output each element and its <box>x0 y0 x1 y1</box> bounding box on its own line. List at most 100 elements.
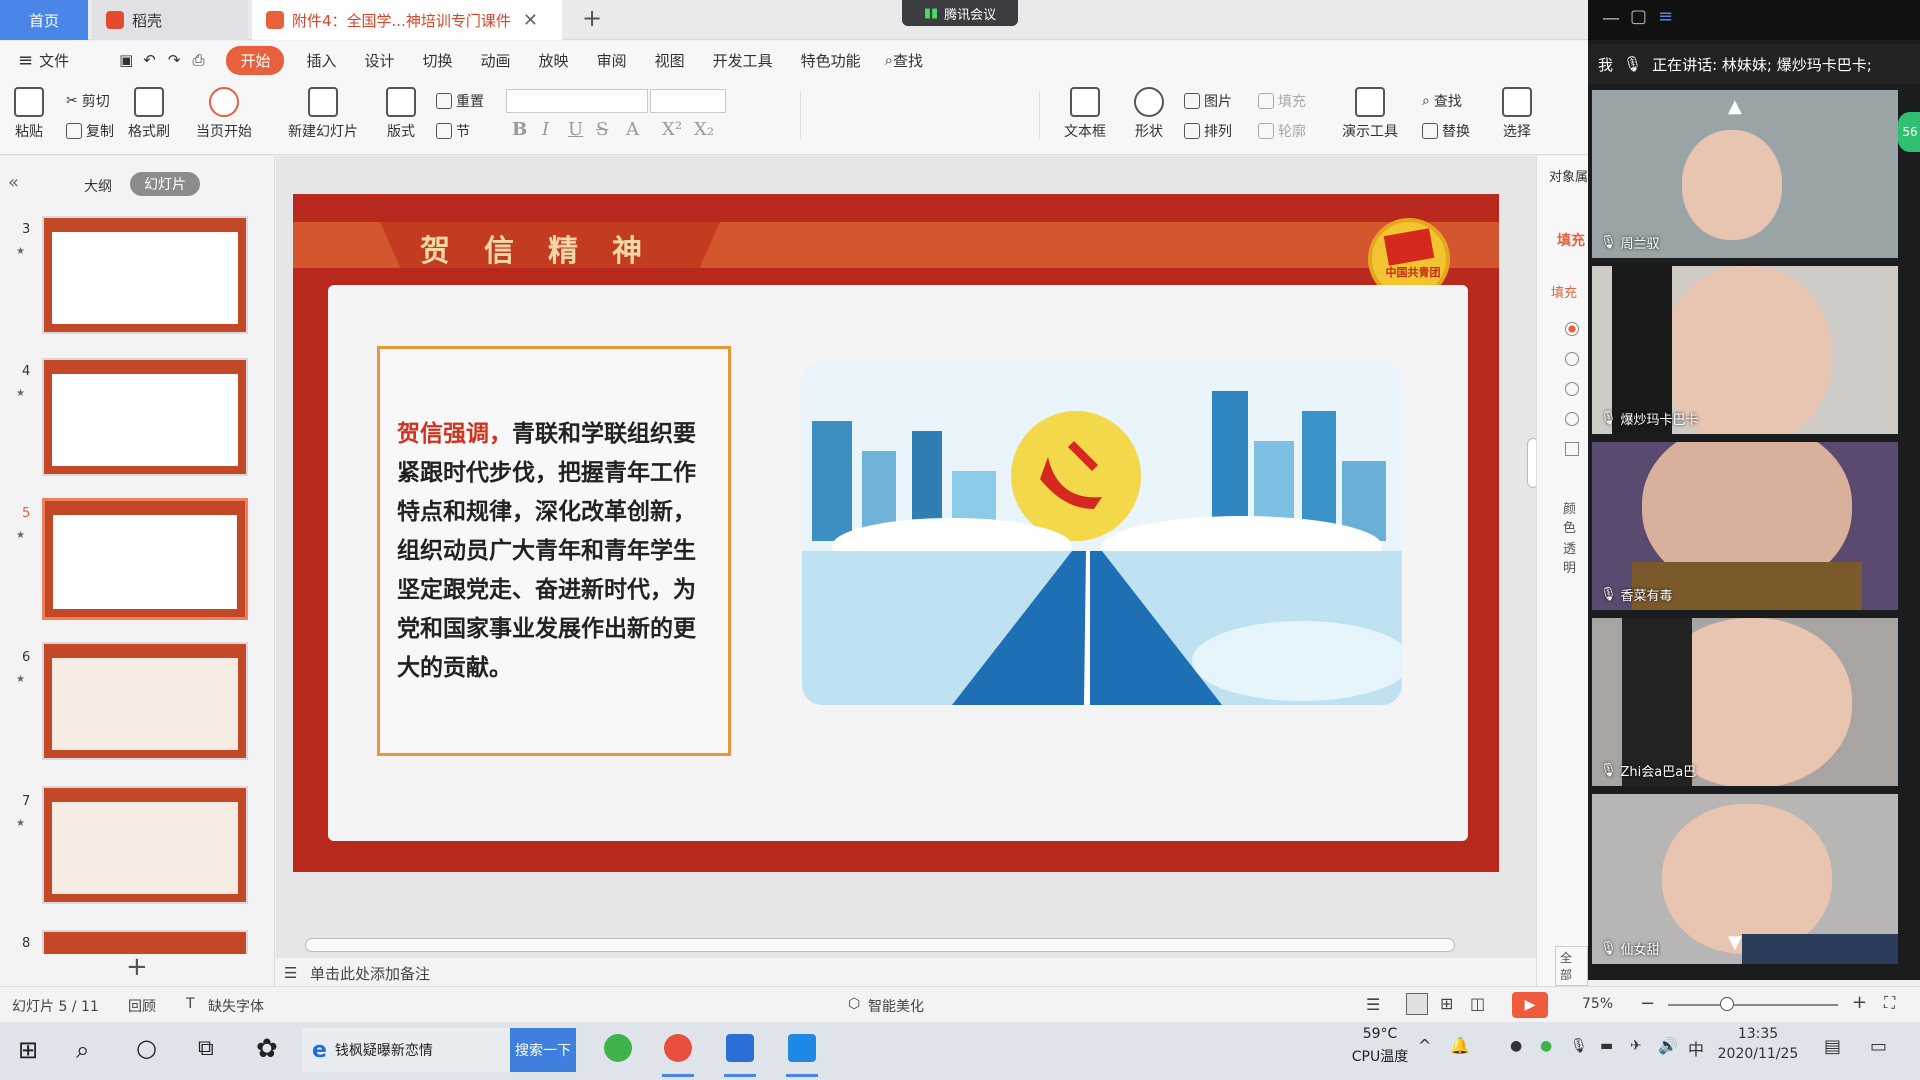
video-tile[interactable]: 🎙 香菜有毒 <box>1592 442 1898 610</box>
ime-indicator[interactable]: 中 <box>1688 1036 1704 1060</box>
outline-button[interactable]: 轮廓 <box>1258 121 1306 141</box>
fit-window-icon[interactable]: ⛶ <box>1884 993 1895 1013</box>
slide-thumbnail-selected[interactable] <box>42 498 248 620</box>
paint-app-icon[interactable] <box>664 1034 692 1062</box>
menu-transition[interactable]: 切换 <box>409 50 467 71</box>
replace-button[interactable]: 替换 <box>1422 121 1470 141</box>
notes-icon[interactable]: ▤ <box>1824 1036 1841 1057</box>
search-icon[interactable]: ⌕ <box>76 1036 89 1064</box>
meeting-app-icon[interactable] <box>788 1034 816 1062</box>
superscript-icon[interactable]: X² <box>662 119 682 140</box>
notification-bell-icon[interactable]: 🔔 <box>1450 1036 1470 1055</box>
tab-document[interactable]: 附件4：全国学...神培训专门课件 ✕ <box>252 0 562 40</box>
slide-thumbnail[interactable] <box>42 358 248 476</box>
tab-fill[interactable]: 填充 <box>1557 230 1585 250</box>
strikethrough-icon[interactable]: S <box>596 119 608 140</box>
sorter-view-icon[interactable]: ⊞ <box>1440 994 1453 1013</box>
slide-thumbnail[interactable] <box>42 786 248 904</box>
action-center-icon[interactable]: ▭ <box>1870 1036 1887 1057</box>
search-go-button[interactable]: 搜索一下 <box>510 1028 576 1072</box>
font-family-select[interactable] <box>506 89 648 113</box>
shape-button[interactable]: 形状 <box>1134 87 1164 141</box>
volume-icon[interactable]: 🔊 <box>1658 1036 1678 1055</box>
pinwheel-app-icon[interactable]: ✿ <box>256 1034 278 1064</box>
fill-button[interactable]: 填充 <box>1258 91 1306 111</box>
smart-beautify-button[interactable]: 智能美化 <box>868 996 924 1016</box>
tray-app-icon[interactable]: ● <box>1540 1038 1552 1054</box>
all-button[interactable]: 全部 <box>1555 946 1588 986</box>
slide-thumbnail[interactable] <box>42 216 248 334</box>
zoom-out-icon[interactable]: − <box>1640 993 1655 1014</box>
tab-outline[interactable]: 大纲 <box>84 176 112 196</box>
hamburger-icon[interactable]: ≡ <box>18 50 33 71</box>
menu-review[interactable]: 审阅 <box>583 50 641 71</box>
add-slide-button[interactable]: + <box>126 952 148 982</box>
fill-gradient-radio[interactable] <box>1565 382 1579 396</box>
tab-daoke[interactable]: 稻壳 <box>92 0 248 40</box>
tray-mic-icon[interactable]: 🎙 <box>1570 1038 1588 1054</box>
horizontal-scrollbar[interactable] <box>305 938 1455 952</box>
browser-app-icon[interactable] <box>604 1034 632 1062</box>
tray-battery-icon[interactable]: ▬ <box>1600 1038 1613 1054</box>
scroll-down-icon[interactable]: ▼ <box>1728 932 1742 953</box>
zoom-slider-handle[interactable] <box>1720 997 1734 1011</box>
subscript-icon[interactable]: X₂ <box>694 119 714 140</box>
notes-toggle-icon[interactable]: ☰ <box>1366 995 1380 1014</box>
from-current-button[interactable]: 当页开始 <box>196 87 252 141</box>
grid-view-icon[interactable]: ≡ <box>1658 6 1673 27</box>
missing-font-button[interactable]: 缺失字体 <box>208 996 264 1016</box>
airplane-icon[interactable]: ✈ <box>1630 1038 1642 1054</box>
menu-special[interactable]: 特色功能 <box>787 50 875 71</box>
mic-icon[interactable]: 🎙 <box>1623 55 1642 73</box>
tray-qq-icon[interactable]: ● <box>1510 1038 1522 1054</box>
menu-search[interactable]: 查找 <box>893 50 923 71</box>
menu-developer[interactable]: 开发工具 <box>699 50 787 71</box>
menu-view[interactable]: 视图 <box>641 50 699 71</box>
cut-button[interactable]: ✂ 剪切 <box>66 91 110 111</box>
video-tile[interactable]: 🎙 Zhi会a巴a巴 <box>1592 618 1898 786</box>
fill-section-header[interactable]: 填充 <box>1551 282 1577 301</box>
menu-start[interactable]: 开始 <box>226 45 285 75</box>
fill-none-radio[interactable] <box>1565 322 1579 336</box>
quote-text[interactable]: 贺信强调，青联和学联组织要紧跟时代步伐，把握青年工作特点和规律，深化改革创新，组… <box>397 414 715 687</box>
minimize-icon[interactable]: — <box>1602 8 1620 29</box>
browser-search-widget[interactable]: e 钱枫疑曝新恋情 <box>302 1028 510 1072</box>
picture-button[interactable]: 图片 <box>1184 91 1232 111</box>
slide-thumbnail[interactable] <box>42 930 248 954</box>
menu-slideshow[interactable]: 放映 <box>525 50 583 71</box>
slide-thumbnail[interactable] <box>42 642 248 760</box>
window-icon[interactable]: ▢ <box>1630 6 1647 27</box>
menu-design[interactable]: 设计 <box>351 50 409 71</box>
font-size-select[interactable] <box>650 89 726 113</box>
video-tile[interactable]: 🎙 爆炒玛卡巴卡 <box>1592 266 1898 434</box>
normal-view-icon[interactable] <box>1406 993 1428 1015</box>
reading-view-icon[interactable]: ◫ <box>1470 994 1485 1013</box>
clock-date[interactable]: 2020/11/25 <box>1706 1046 1810 1062</box>
collapse-icon[interactable]: « <box>8 172 19 193</box>
font-color-icon[interactable]: A <box>626 119 639 140</box>
italic-icon[interactable]: I <box>542 119 549 140</box>
arrange-button[interactable]: 排列 <box>1184 121 1232 141</box>
fill-picture-radio[interactable] <box>1565 412 1579 426</box>
section-button[interactable]: 节 <box>436 121 470 141</box>
copy-button[interactable]: 复制 <box>66 121 114 141</box>
scroll-up-icon[interactable]: ▲ <box>1728 96 1742 117</box>
new-tab-button[interactable]: + <box>582 4 602 32</box>
redo-icon[interactable]: ↷ <box>168 51 181 69</box>
cortana-icon[interactable]: ○ <box>136 1034 157 1062</box>
underline-icon[interactable]: U <box>568 119 583 140</box>
video-tile[interactable]: ▼ 🎙 仙女甜 <box>1592 794 1898 964</box>
print-icon[interactable]: ⎙ <box>192 51 204 69</box>
windows-start-icon[interactable]: ⊞ <box>18 1036 38 1064</box>
select-button[interactable]: 选择 <box>1502 87 1532 141</box>
find-button[interactable]: ⌕ 查找 <box>1422 91 1462 111</box>
menu-insert[interactable]: 插入 <box>292 50 350 71</box>
zoom-in-icon[interactable]: + <box>1852 992 1867 1013</box>
meeting-app-badge[interactable]: ▮▮ 腾讯会议 <box>902 0 1018 26</box>
reset-button[interactable]: 重置 <box>436 91 484 111</box>
zoom-slider[interactable] <box>1668 1004 1838 1006</box>
undo-icon[interactable]: ↶ <box>143 51 156 69</box>
participant-count-badge[interactable]: 56 <box>1898 112 1920 152</box>
fill-checkbox[interactable] <box>1565 442 1579 456</box>
menu-animation[interactable]: 动画 <box>467 50 525 71</box>
